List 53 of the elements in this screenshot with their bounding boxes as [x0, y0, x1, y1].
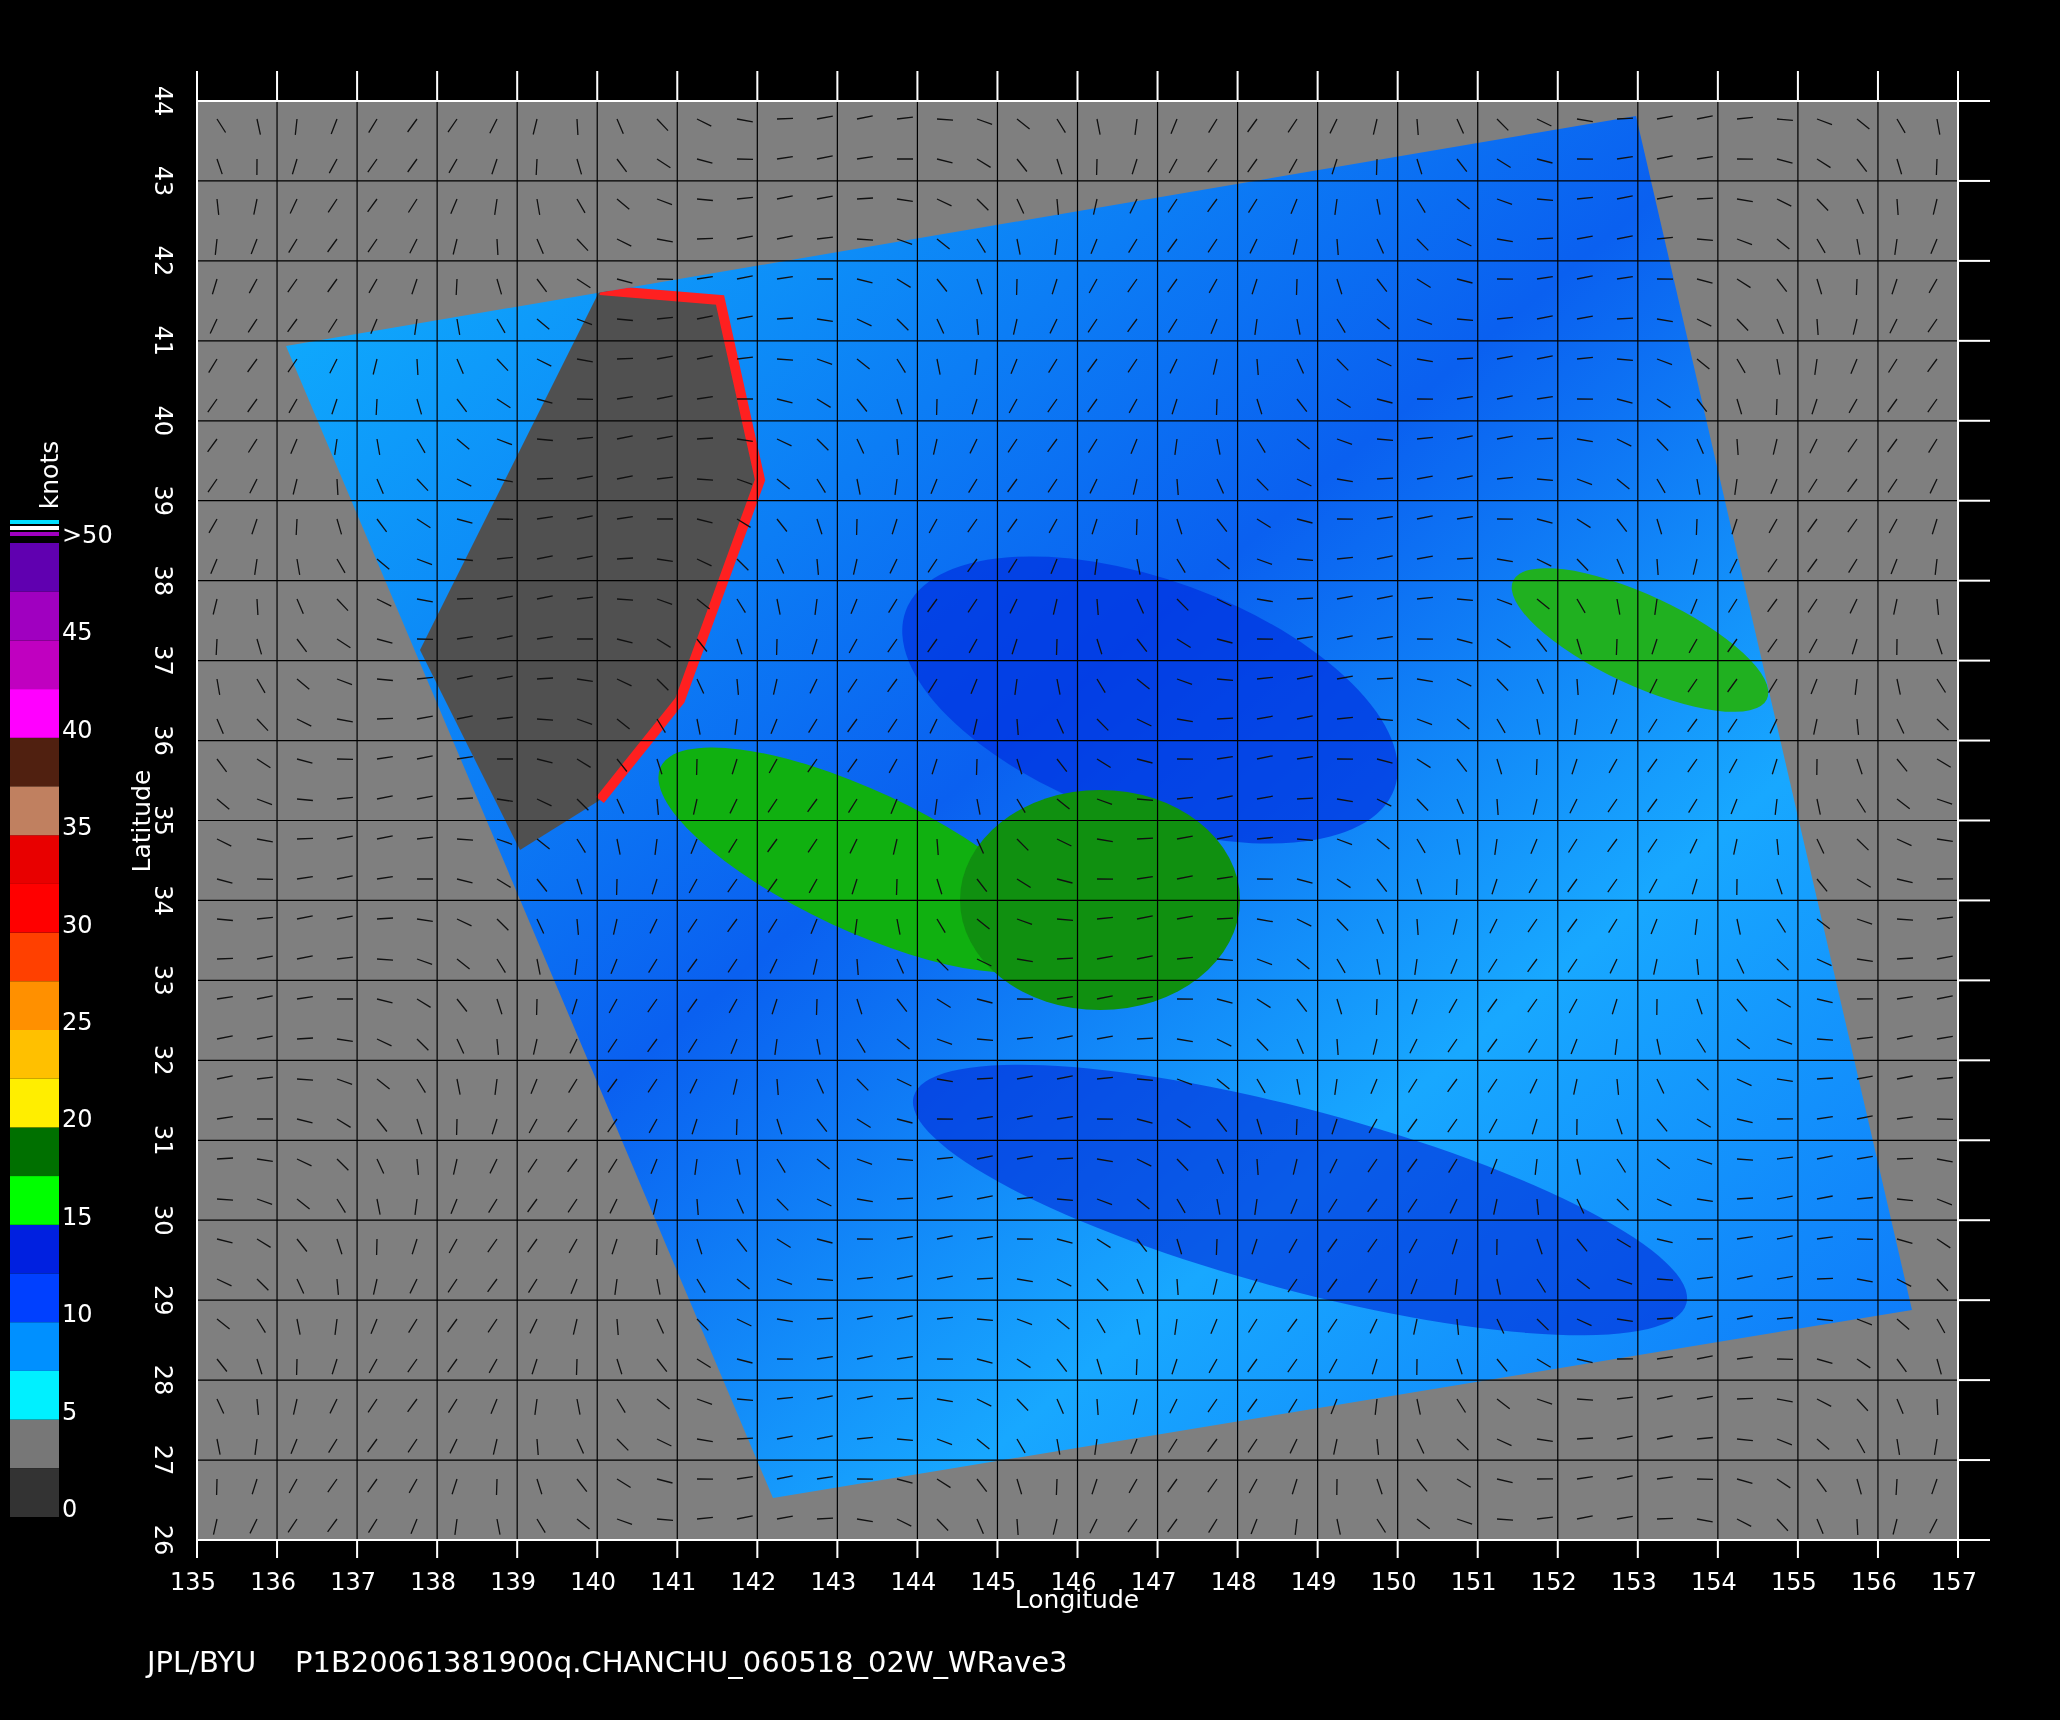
tick-label: 135 — [170, 1568, 216, 1596]
scale-label: >50 — [62, 521, 113, 549]
scale-label: 45 — [62, 618, 93, 647]
tick-label: 27 — [149, 1444, 177, 1476]
tick-label: 38 — [149, 565, 177, 596]
scale-label: 15 — [62, 1202, 93, 1231]
tick-label: 141 — [650, 1568, 697, 1596]
tick-label: 150 — [1370, 1568, 1417, 1596]
tick-label: 139 — [490, 1568, 537, 1596]
tick-label: 30 — [149, 1204, 177, 1236]
tick-label: 157 — [1931, 1568, 1977, 1596]
tick-label: 151 — [1450, 1568, 1497, 1596]
tick-label: 36 — [149, 725, 177, 756]
tick-label: 42 — [149, 245, 177, 277]
scale-label: 20 — [62, 1105, 93, 1134]
tick-label: 137 — [330, 1568, 376, 1596]
tick-label: 32 — [149, 1045, 177, 1076]
tick-label: 153 — [1610, 1568, 1657, 1596]
tick-label: 40 — [149, 405, 177, 437]
tick-label: 136 — [250, 1568, 296, 1596]
tick-label: 156 — [1851, 1568, 1897, 1596]
scale-label: 40 — [62, 715, 93, 744]
scale-label: 25 — [62, 1008, 93, 1036]
tick-label: 152 — [1530, 1568, 1577, 1596]
tick-label: 41 — [149, 325, 177, 357]
tick-label: 26 — [149, 1524, 177, 1556]
tick-label: 148 — [1210, 1568, 1257, 1596]
scale-label: 30 — [62, 910, 93, 939]
tick-label: 155 — [1771, 1568, 1817, 1596]
tick-label: 144 — [890, 1568, 937, 1596]
tick-label: 138 — [410, 1568, 457, 1596]
scale-label: 0 — [62, 1495, 78, 1523]
tick-label: 31 — [149, 1125, 177, 1156]
tick-label: 29 — [149, 1284, 177, 1316]
tick-label: 143 — [810, 1568, 857, 1596]
tick-label: 145 — [970, 1568, 1017, 1596]
scale-label: 35 — [62, 813, 93, 842]
scale-title: knots — [35, 440, 64, 510]
tick-label: 33 — [149, 965, 177, 996]
tick-label: 142 — [730, 1568, 777, 1596]
tick-label: 37 — [149, 645, 177, 676]
tick-label: 39 — [149, 485, 177, 516]
credit-text: JPL/BYU — [147, 1645, 257, 1679]
tick-label: 43 — [149, 165, 177, 197]
tick-label: 44 — [149, 85, 177, 117]
tick-label: 149 — [1290, 1568, 1337, 1596]
tick-label: 154 — [1690, 1568, 1737, 1596]
file-name-text: P1B20061381900q.CHANCHU_060518_02W_WRave3 — [295, 1645, 1068, 1679]
tick-label: 34 — [149, 885, 177, 916]
scale-label: 10 — [62, 1300, 93, 1329]
tick-label: 140 — [570, 1568, 617, 1596]
tick-label: 28 — [149, 1364, 177, 1396]
scale-label: 5 — [62, 1397, 78, 1426]
